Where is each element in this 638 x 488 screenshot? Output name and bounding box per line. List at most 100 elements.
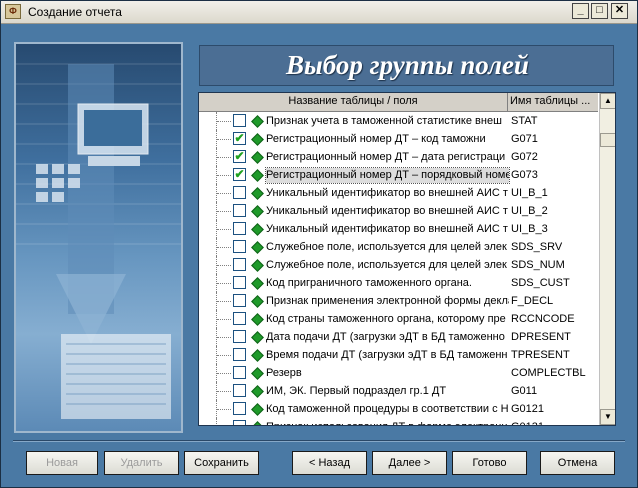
table-row[interactable]: ✔ Регистрационный номер ДТ – код таможни G… xyxy=(199,130,598,148)
row-checkbox[interactable] xyxy=(233,114,246,127)
field-name-cell[interactable]: Код таможенной процедуры в соответствии … xyxy=(266,402,509,417)
back-button[interactable]: < Назад xyxy=(292,451,367,475)
table-row[interactable]: Уникальный идентификатор во внешней АИС … xyxy=(199,202,598,220)
row-checkbox[interactable] xyxy=(233,330,246,343)
cancel-button[interactable]: Отмена xyxy=(540,451,615,475)
table-row[interactable]: Дата подачи ДТ (загрузки эДТ в БД таможе… xyxy=(199,328,598,346)
table-row[interactable]: Код таможенной процедуры в соответствии … xyxy=(199,400,598,418)
row-checkbox[interactable] xyxy=(233,240,246,253)
report-wizard-window: Ф Создание отчета _ □ ✕ Выбор группы пол… xyxy=(0,0,638,488)
table-name-cell[interactable]: UI_B_3 xyxy=(511,222,597,236)
table-row[interactable]: Резерв COMPLECTBL xyxy=(199,364,598,382)
row-checkbox[interactable] xyxy=(233,204,246,217)
row-checkbox[interactable] xyxy=(233,420,246,425)
field-diamond-icon xyxy=(251,241,264,254)
table-name-cell[interactable]: SDS_CUST xyxy=(511,276,597,290)
table-name-cell[interactable]: F_DECL xyxy=(511,294,597,308)
table-name-cell[interactable]: G073 xyxy=(511,168,597,182)
table-name-cell[interactable]: RCCNCODE xyxy=(511,312,597,326)
row-checkbox[interactable] xyxy=(233,348,246,361)
table-row[interactable]: Признак применения электронной формы дек… xyxy=(199,292,598,310)
table-row[interactable]: ✔ Регистрационный номер ДТ – дата регистр… xyxy=(199,148,598,166)
field-name-cell[interactable]: Признак учета в таможенной статистике вн… xyxy=(266,114,509,129)
field-name-cell[interactable]: Время подачи ДТ (загрузки эДТ в БД тамож… xyxy=(266,348,509,363)
field-name-cell[interactable]: Резерв xyxy=(266,366,509,381)
row-checkbox[interactable] xyxy=(233,258,246,271)
field-name-cell[interactable]: Служебное поле, используется для целей э… xyxy=(266,240,509,255)
field-diamond-icon xyxy=(251,277,264,290)
field-diamond-icon xyxy=(251,403,264,416)
row-checkbox[interactable] xyxy=(233,222,246,235)
step-title: Выбор группы полей xyxy=(286,50,529,80)
row-checkbox[interactable] xyxy=(233,402,246,415)
save-button[interactable]: Сохранить xyxy=(184,451,259,475)
table-name-cell[interactable]: G0131 xyxy=(511,420,597,425)
table-row[interactable]: ИМ, ЭК. Первый подраздел гр.1 ДТ G011 xyxy=(199,382,598,400)
row-checkbox[interactable]: ✔ xyxy=(233,150,246,163)
field-diamond-icon xyxy=(251,169,264,182)
table-name-cell[interactable]: STAT xyxy=(511,114,597,128)
minimize-button[interactable]: _ xyxy=(572,3,589,19)
tree-branch-line xyxy=(217,229,231,231)
table-row[interactable]: ✔ Регистрационный номер ДТ – порядковый н… xyxy=(199,166,598,184)
close-button[interactable]: ✕ xyxy=(611,3,628,19)
title-bar[interactable]: Ф Создание отчета _ □ ✕ xyxy=(1,1,637,24)
row-checkbox[interactable]: ✔ xyxy=(233,168,246,181)
row-checkbox[interactable] xyxy=(233,294,246,307)
column-header-table-name[interactable]: Имя таблицы ... xyxy=(510,93,598,111)
field-name-cell[interactable]: Уникальный идентификатор во внешней АИС … xyxy=(266,186,509,201)
field-name-cell[interactable]: Дата подачи ДТ (загрузки эДТ в БД таможе… xyxy=(266,330,509,345)
field-name-cell[interactable]: Код приграничного таможенного органа. xyxy=(266,276,509,291)
table-name-cell[interactable]: DPRESENT xyxy=(511,330,597,344)
next-button[interactable]: Далее > xyxy=(372,451,447,475)
tree-branch-line xyxy=(217,373,231,375)
table-row[interactable]: Код приграничного таможенного органа. SDS… xyxy=(199,274,598,292)
table-name-cell[interactable]: G011 xyxy=(511,384,597,398)
field-name-cell[interactable]: Регистрационный номер ДТ – код таможни xyxy=(266,132,509,147)
field-name-cell[interactable]: Регистрационный номер ДТ – порядковый но… xyxy=(265,167,510,184)
field-name-cell[interactable]: Регистрационный номер ДТ – дата регистра… xyxy=(266,150,509,165)
table-name-cell[interactable]: SDS_SRV xyxy=(511,240,597,254)
table-row[interactable]: Уникальный идентификатор во внешней АИС … xyxy=(199,220,598,238)
field-name-cell[interactable]: Служебное поле, используется для целей э… xyxy=(266,258,509,273)
field-name-cell[interactable]: Код страны таможенного органа, которому … xyxy=(266,312,509,327)
field-name-cell[interactable]: Признак применения электронной формы дек… xyxy=(266,294,509,309)
table-name-cell[interactable]: UI_B_2 xyxy=(511,204,597,218)
table-name-cell[interactable]: G0121 xyxy=(511,402,597,416)
delete-button[interactable]: Удалить xyxy=(104,451,179,475)
finish-button[interactable]: Готово xyxy=(452,451,527,475)
table-name-cell[interactable]: G072 xyxy=(511,150,597,164)
table-name-cell[interactable]: TPRESENT xyxy=(511,348,597,362)
row-checkbox[interactable] xyxy=(233,366,246,379)
table-name-cell[interactable]: SDS_NUM xyxy=(511,258,597,272)
table-row[interactable]: Служебное поле, используется для целей э… xyxy=(199,238,598,256)
row-checkbox[interactable] xyxy=(233,186,246,199)
row-checkbox[interactable] xyxy=(233,312,246,325)
new-button[interactable]: Новая xyxy=(26,451,98,475)
field-group-tree-grid[interactable]: Название таблицы / поля Имя таблицы ... … xyxy=(198,92,616,426)
scroll-down-button[interactable]: ▼ xyxy=(600,409,615,425)
table-row[interactable]: Время подачи ДТ (загрузки эДТ в БД тамож… xyxy=(199,346,598,364)
field-name-cell[interactable]: Признак использования ДТ в форме электро… xyxy=(266,420,509,425)
field-name-cell[interactable]: ИМ, ЭК. Первый подраздел гр.1 ДТ xyxy=(266,384,509,399)
row-checkbox[interactable]: ✔ xyxy=(233,132,246,145)
row-checkbox[interactable] xyxy=(233,276,246,289)
tree-branch-line xyxy=(217,247,231,249)
table-row[interactable]: Служебное поле, используется для целей э… xyxy=(199,256,598,274)
field-name-cell[interactable]: Уникальный идентификатор во внешней АИС … xyxy=(266,204,509,219)
vertical-scrollbar[interactable]: ▲ ▼ xyxy=(599,93,615,425)
field-name-cell[interactable]: Уникальный идентификатор во внешней АИС … xyxy=(266,222,509,237)
table-row[interactable]: Код страны таможенного органа, которому … xyxy=(199,310,598,328)
table-name-cell[interactable]: COMPLECTBL xyxy=(511,366,597,380)
scroll-up-button[interactable]: ▲ xyxy=(600,93,615,109)
maximize-button[interactable]: □ xyxy=(591,3,608,19)
table-name-cell[interactable]: UI_B_1 xyxy=(511,186,597,200)
table-name-cell[interactable]: G071 xyxy=(511,132,597,146)
table-row[interactable]: Уникальный идентификатор во внешней АИС … xyxy=(199,184,598,202)
table-row[interactable]: Признак учета в таможенной статистике вн… xyxy=(199,112,598,130)
tree-branch-line xyxy=(217,157,231,159)
scroll-thumb[interactable] xyxy=(600,133,615,147)
table-row[interactable]: Признак использования ДТ в форме электро… xyxy=(199,418,598,425)
row-checkbox[interactable] xyxy=(233,384,246,397)
column-header-field-name[interactable]: Название таблицы / поля xyxy=(199,93,508,111)
